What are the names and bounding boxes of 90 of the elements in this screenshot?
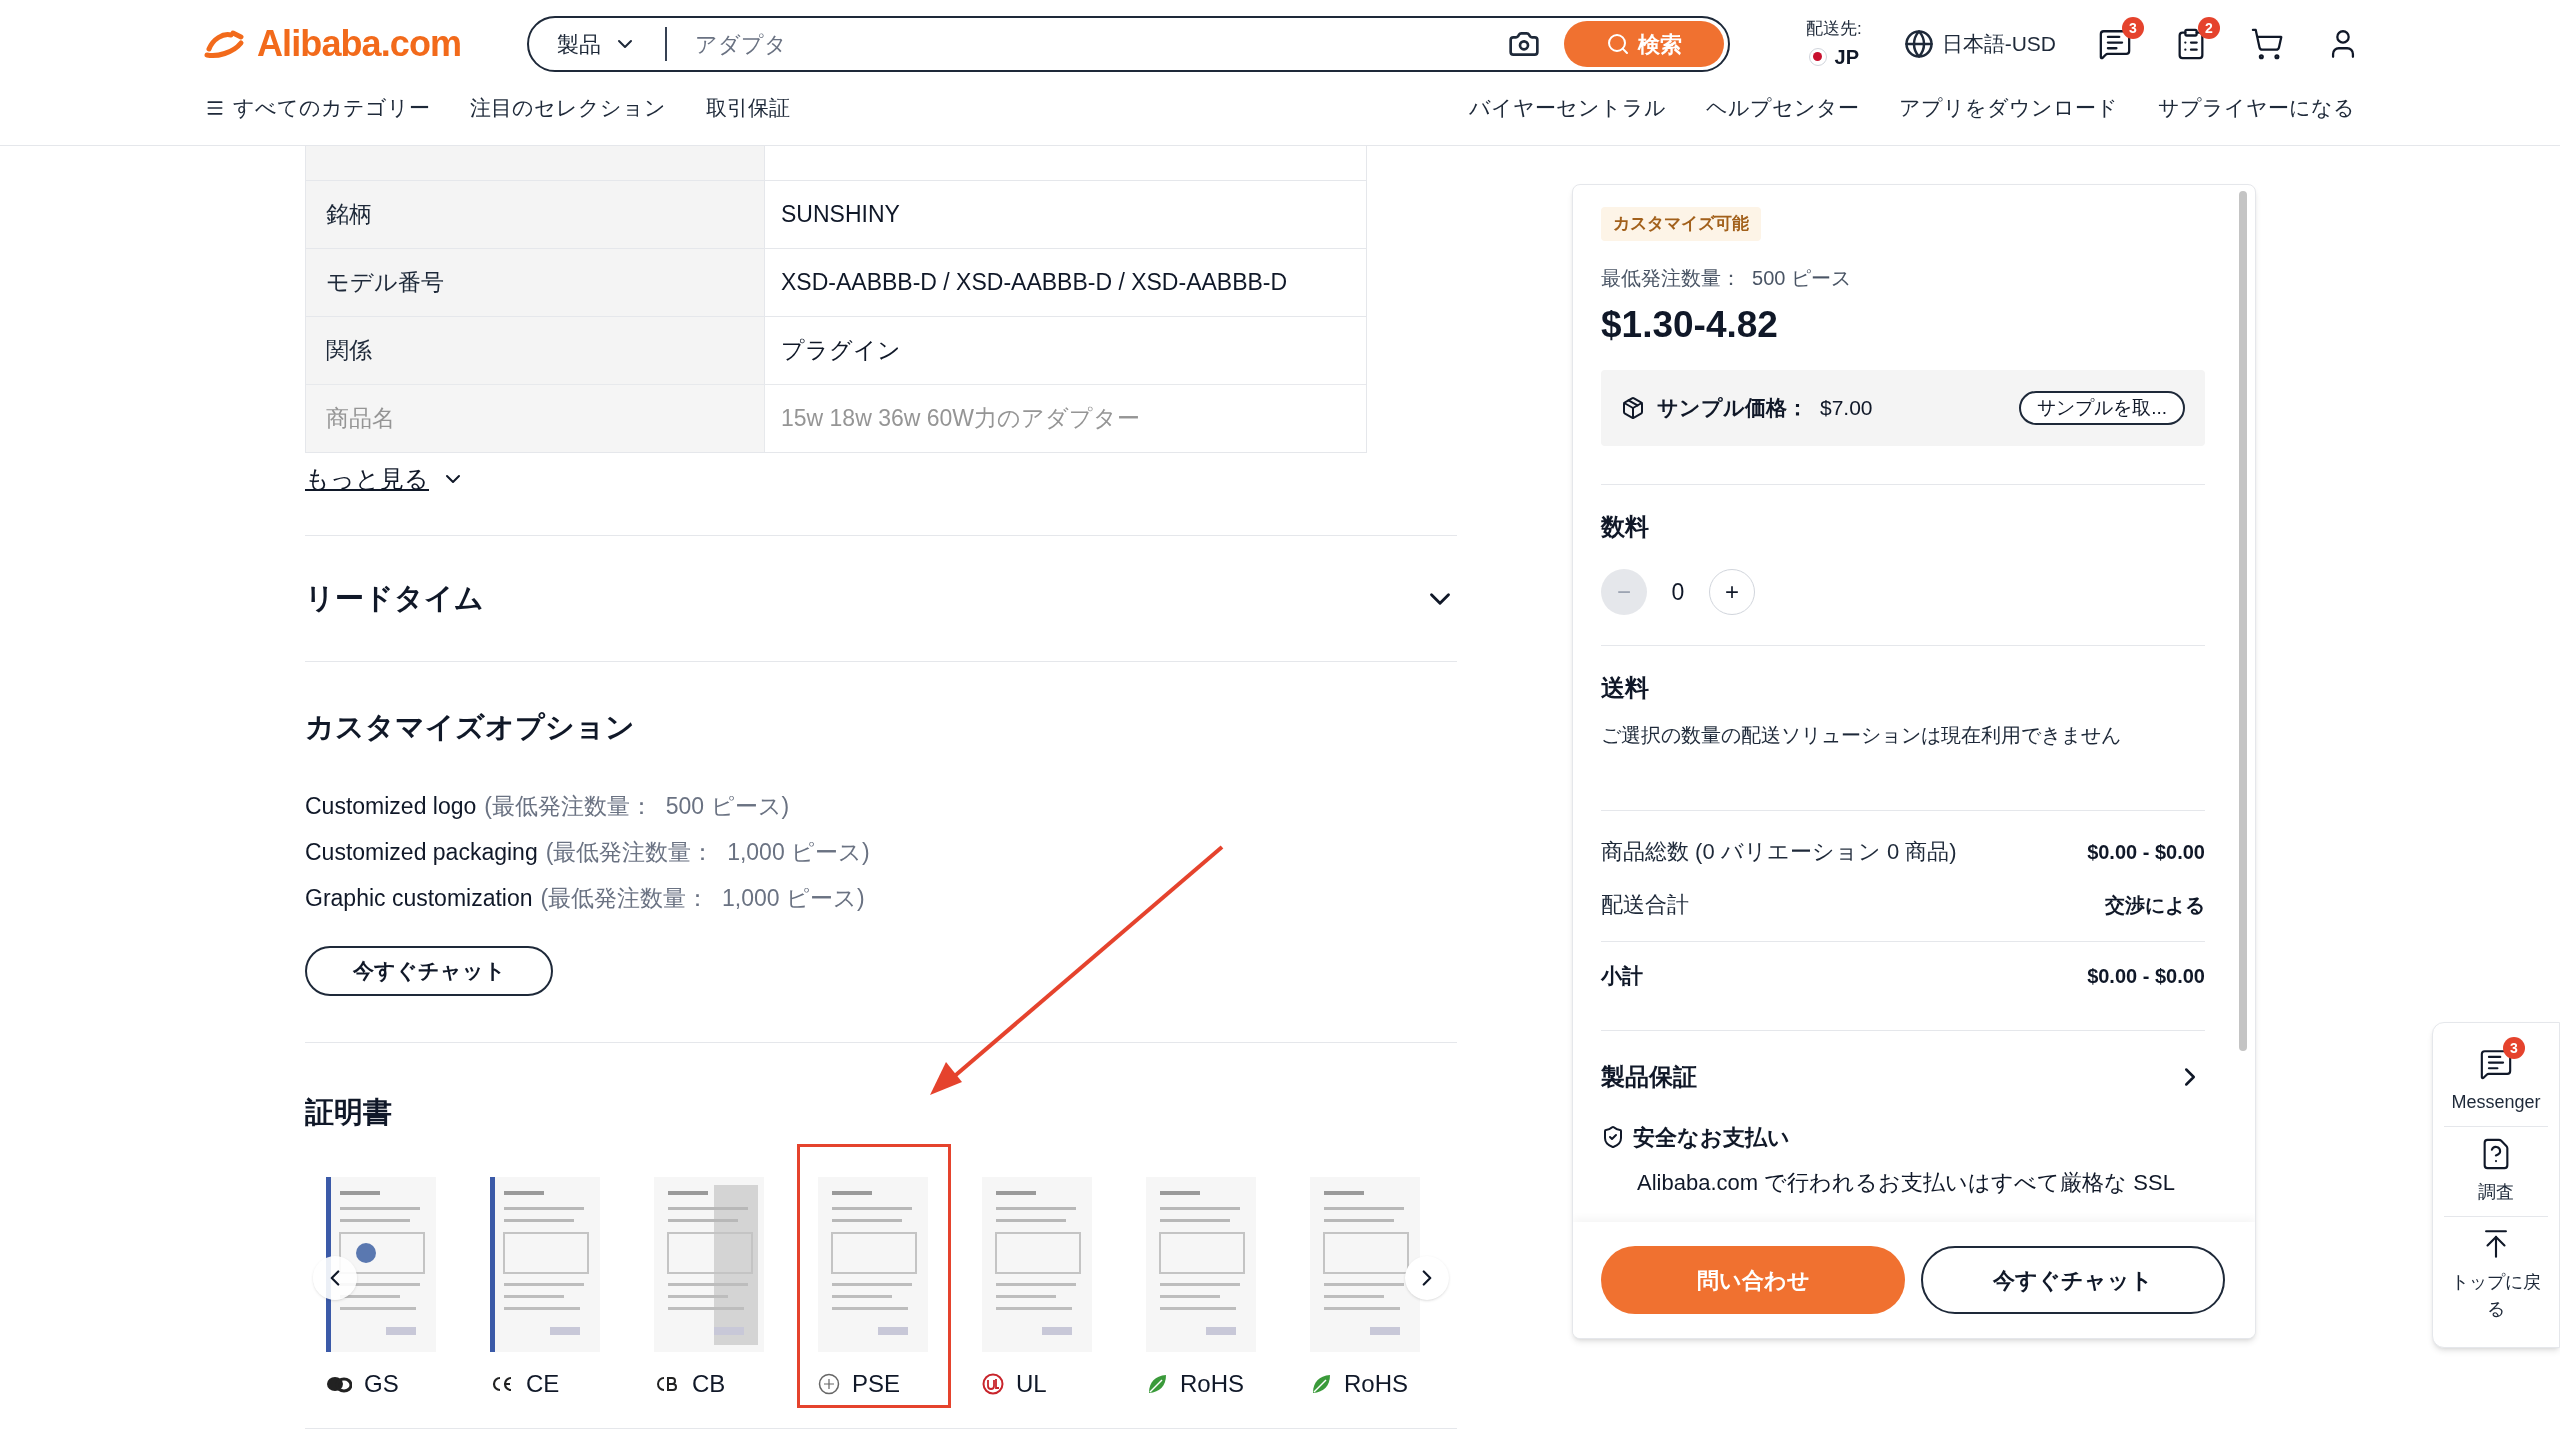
attribute-label-cell: 銘柄 (306, 181, 765, 248)
certificate-label: RoHS (1344, 1369, 1409, 1399)
option-name: Customized logo (305, 792, 477, 822)
ship-to-label: 配送先: (1805, 18, 1862, 41)
notification-badge: 3 (2122, 17, 2144, 39)
certificate-label: CE (526, 1369, 560, 1399)
side-tool-label: 調査 (2477, 1181, 2515, 1204)
nav-link[interactable]: バイヤーセントラル (1469, 92, 1666, 124)
notification-badge: 2 (2198, 17, 2220, 39)
subtotal-value: $0.00 - $0.00 (2087, 963, 2205, 989)
side-tool-button[interactable]: 調査 (2444, 1126, 2548, 1216)
section-title: 数料 (1601, 512, 1650, 542)
globe-icon (1903, 29, 1934, 59)
leaf-icon (1310, 1373, 1332, 1395)
certificate-label: UL (1016, 1369, 1047, 1399)
certificate-label: PSE (852, 1369, 901, 1399)
certificate-label: GS (364, 1369, 399, 1399)
certificate-item[interactable]: PSE (797, 1144, 951, 1408)
language-selector[interactable]: 日本語-USD (1903, 28, 2056, 60)
lead-time-section[interactable]: リードタイム (305, 536, 1457, 661)
chat-now-button[interactable]: 今すぐチャット (1921, 1246, 2225, 1314)
ce-mark-icon (490, 1375, 514, 1393)
shield-check-icon (1601, 1125, 1625, 1149)
certificate-item[interactable]: RoHS (1125, 1144, 1279, 1408)
nav-link[interactable]: すべてのカテゴリー (233, 92, 430, 124)
side-tool-button[interactable]: 3 Messenger (2444, 1037, 2548, 1126)
secure-payment-text: Alibaba.com で行われるお支払いはすべて厳格な SSL (1637, 1168, 2176, 1197)
ship-to-country[interactable]: JP (1834, 41, 1859, 72)
section-title: カスタマイズオプション (305, 710, 636, 745)
section-title: リードタイム (305, 580, 484, 616)
flag-icon (1808, 47, 1827, 66)
subtotal-label: 小計 (1601, 963, 1643, 989)
nav-link[interactable]: 取引保証 (706, 92, 790, 124)
get-sample-button[interactable]: サンプルを取... (2019, 391, 2185, 425)
leaf-icon (1146, 1373, 1168, 1395)
summary-value: 交渉による (2105, 892, 2205, 918)
attribute-label-cell: 商品名 (306, 385, 765, 452)
gs-mark-icon (326, 1374, 352, 1394)
cart-icon[interactable] (2250, 27, 2284, 61)
nav-link[interactable]: 注目のセレクション (470, 92, 666, 124)
moq-text: 最低発注数量： 500 ピース (1601, 265, 1853, 291)
previous-button[interactable] (313, 1256, 357, 1300)
attribute-label-cell: モデル番号 (306, 249, 765, 316)
certificate-item[interactable]: GS (305, 1144, 459, 1408)
box-icon (1621, 396, 1645, 420)
section-title: 証明書 (305, 1094, 393, 1130)
certificate-item[interactable]: RoHS (1289, 1144, 1443, 1408)
summary-label: 配送合計 (1601, 891, 1689, 919)
certificate-item[interactable]: CE (469, 1144, 623, 1408)
certificate-item[interactable]: UL (961, 1144, 1115, 1408)
option-moq: (最低発注数量： 1,000 ピース) (545, 838, 870, 868)
price-range: $1.30-4.82 (1601, 302, 1779, 347)
attribute-value-cell-text: 15w 18w 36w 60W力のアダプター (780, 404, 1142, 434)
summary-value: $0.00 - $0.00 (2087, 839, 2205, 865)
attribute-value-cell-text: SUNSHINY (780, 200, 901, 230)
side-tool-label: トップに戻る (2451, 1271, 2541, 1321)
attribute-label-cell: 関係 (306, 317, 765, 384)
sample-price: $7.00 (1820, 395, 1873, 422)
attribute-value-cell-text: XSD-AABBB-D / XSD-AABBB-D / XSD-AABBB-D (780, 268, 1289, 298)
quantity-value: 0 (1670, 577, 1686, 607)
menu-icon[interactable] (205, 98, 225, 118)
cb-mark-icon (654, 1375, 680, 1393)
summary-label: 商品総数 (0 バリエーション 0 商品) (1601, 838, 1957, 866)
side-tool-label: Messenger (2451, 1091, 2541, 1114)
category-dropdown[interactable]: 製品 (557, 27, 667, 61)
notification-badge: 3 (2503, 1037, 2525, 1059)
certificate-item[interactable]: CB (633, 1144, 787, 1408)
customizable-tag: カスタマイズ可能 (1601, 207, 1761, 241)
nav-link[interactable]: ヘルプセンター (1706, 92, 1859, 124)
sample-price-label: サンプル価格： (1657, 395, 1808, 422)
search-bar[interactable]: 製品 アダプタ 検索 (527, 16, 1730, 72)
shipping-note: ご選択の数量の配送ソリューションは現在利用できません (1601, 723, 2122, 748)
section-title: 送料 (1601, 673, 1650, 703)
attribute-value-cell-text: プラグイン (780, 336, 902, 366)
certificate-label: RoHS (1180, 1369, 1245, 1399)
option-name: Customized packaging (305, 838, 538, 868)
side-tool-button[interactable]: トップに戻る (2444, 1216, 2548, 1333)
option-name: Graphic customization (305, 884, 533, 914)
nav-link[interactable]: アプリをダウンロード (1899, 92, 2118, 124)
secure-payment-title: 安全なお支払い (1633, 1123, 1790, 1152)
certificate-label: CB (692, 1369, 726, 1399)
option-moq: (最低発注数量： 500 ピース) (484, 792, 790, 822)
search-icon (1606, 32, 1630, 56)
nav-link[interactable]: サプライヤーになる (2158, 92, 2355, 124)
show-more-link[interactable]: もっと見る (305, 461, 465, 497)
chat-now-button[interactable]: 今すぐチャット (305, 945, 553, 996)
option-moq: (最低発注数量： 1,000 ピース) (540, 884, 865, 914)
product-guarantee-link[interactable]: 製品保証 (1601, 1058, 2205, 1095)
next-button[interactable] (1405, 1256, 1449, 1300)
ul-mark-icon (982, 1373, 1004, 1395)
